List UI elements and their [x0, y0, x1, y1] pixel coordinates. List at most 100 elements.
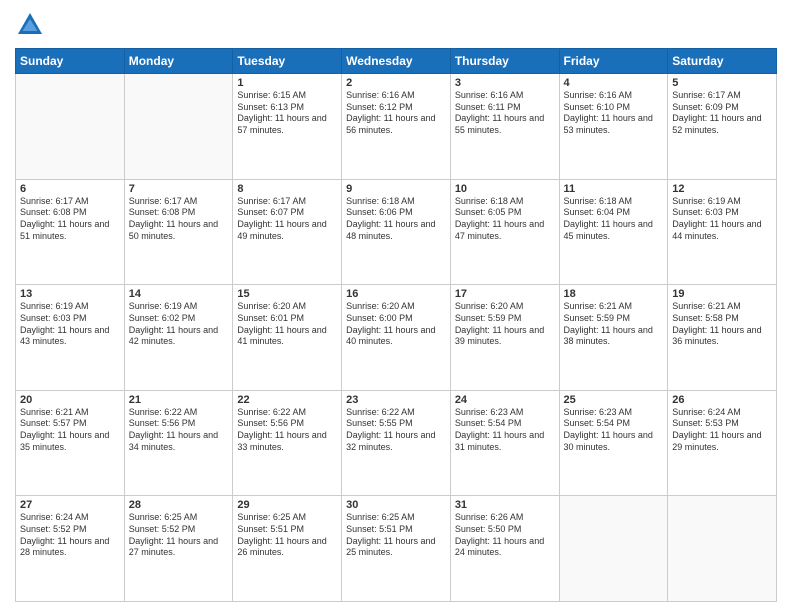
day-info: Sunrise: 6:17 AM Sunset: 6:08 PM Dayligh… — [20, 196, 120, 243]
calendar-cell: 14Sunrise: 6:19 AM Sunset: 6:02 PM Dayli… — [124, 285, 233, 391]
day-number: 9 — [346, 183, 446, 195]
day-info: Sunrise: 6:16 AM Sunset: 6:11 PM Dayligh… — [455, 90, 555, 137]
calendar-cell: 31Sunrise: 6:26 AM Sunset: 5:50 PM Dayli… — [450, 496, 559, 602]
day-info: Sunrise: 6:20 AM Sunset: 5:59 PM Dayligh… — [455, 301, 555, 348]
day-number: 1 — [237, 77, 337, 89]
weekday-header-friday: Friday — [559, 49, 668, 74]
header — [15, 10, 777, 40]
day-info: Sunrise: 6:21 AM Sunset: 5:59 PM Dayligh… — [564, 301, 664, 348]
day-number: 22 — [237, 394, 337, 406]
calendar-cell: 13Sunrise: 6:19 AM Sunset: 6:03 PM Dayli… — [16, 285, 125, 391]
day-info: Sunrise: 6:19 AM Sunset: 6:03 PM Dayligh… — [20, 301, 120, 348]
calendar-cell: 8Sunrise: 6:17 AM Sunset: 6:07 PM Daylig… — [233, 179, 342, 285]
day-number: 13 — [20, 288, 120, 300]
calendar-cell: 3Sunrise: 6:16 AM Sunset: 6:11 PM Daylig… — [450, 74, 559, 180]
calendar-cell: 21Sunrise: 6:22 AM Sunset: 5:56 PM Dayli… — [124, 390, 233, 496]
day-info: Sunrise: 6:22 AM Sunset: 5:56 PM Dayligh… — [129, 407, 229, 454]
calendar-cell: 12Sunrise: 6:19 AM Sunset: 6:03 PM Dayli… — [668, 179, 777, 285]
calendar-cell: 23Sunrise: 6:22 AM Sunset: 5:55 PM Dayli… — [342, 390, 451, 496]
day-info: Sunrise: 6:18 AM Sunset: 6:06 PM Dayligh… — [346, 196, 446, 243]
calendar-cell: 9Sunrise: 6:18 AM Sunset: 6:06 PM Daylig… — [342, 179, 451, 285]
day-info: Sunrise: 6:25 AM Sunset: 5:51 PM Dayligh… — [237, 512, 337, 559]
day-info: Sunrise: 6:24 AM Sunset: 5:52 PM Dayligh… — [20, 512, 120, 559]
calendar-cell: 28Sunrise: 6:25 AM Sunset: 5:52 PM Dayli… — [124, 496, 233, 602]
calendar-cell: 4Sunrise: 6:16 AM Sunset: 6:10 PM Daylig… — [559, 74, 668, 180]
calendar-cell — [16, 74, 125, 180]
calendar-cell: 29Sunrise: 6:25 AM Sunset: 5:51 PM Dayli… — [233, 496, 342, 602]
day-number: 14 — [129, 288, 229, 300]
day-number: 4 — [564, 77, 664, 89]
calendar-week-row: 13Sunrise: 6:19 AM Sunset: 6:03 PM Dayli… — [16, 285, 777, 391]
day-info: Sunrise: 6:20 AM Sunset: 6:00 PM Dayligh… — [346, 301, 446, 348]
calendar-cell: 30Sunrise: 6:25 AM Sunset: 5:51 PM Dayli… — [342, 496, 451, 602]
day-number: 23 — [346, 394, 446, 406]
weekday-header-tuesday: Tuesday — [233, 49, 342, 74]
calendar-cell: 15Sunrise: 6:20 AM Sunset: 6:01 PM Dayli… — [233, 285, 342, 391]
day-number: 19 — [672, 288, 772, 300]
day-info: Sunrise: 6:20 AM Sunset: 6:01 PM Dayligh… — [237, 301, 337, 348]
calendar-cell: 10Sunrise: 6:18 AM Sunset: 6:05 PM Dayli… — [450, 179, 559, 285]
day-info: Sunrise: 6:17 AM Sunset: 6:08 PM Dayligh… — [129, 196, 229, 243]
page: SundayMondayTuesdayWednesdayThursdayFrid… — [0, 0, 792, 612]
weekday-header-saturday: Saturday — [668, 49, 777, 74]
day-info: Sunrise: 6:21 AM Sunset: 5:57 PM Dayligh… — [20, 407, 120, 454]
calendar-cell: 2Sunrise: 6:16 AM Sunset: 6:12 PM Daylig… — [342, 74, 451, 180]
calendar-cell — [559, 496, 668, 602]
calendar-table: SundayMondayTuesdayWednesdayThursdayFrid… — [15, 48, 777, 602]
day-info: Sunrise: 6:23 AM Sunset: 5:54 PM Dayligh… — [564, 407, 664, 454]
day-number: 12 — [672, 183, 772, 195]
calendar-cell: 6Sunrise: 6:17 AM Sunset: 6:08 PM Daylig… — [16, 179, 125, 285]
day-number: 25 — [564, 394, 664, 406]
day-number: 28 — [129, 499, 229, 511]
calendar-header-row: SundayMondayTuesdayWednesdayThursdayFrid… — [16, 49, 777, 74]
day-number: 29 — [237, 499, 337, 511]
day-number: 30 — [346, 499, 446, 511]
day-number: 6 — [20, 183, 120, 195]
day-number: 15 — [237, 288, 337, 300]
day-info: Sunrise: 6:19 AM Sunset: 6:02 PM Dayligh… — [129, 301, 229, 348]
day-number: 20 — [20, 394, 120, 406]
day-number: 8 — [237, 183, 337, 195]
day-number: 3 — [455, 77, 555, 89]
calendar-cell: 26Sunrise: 6:24 AM Sunset: 5:53 PM Dayli… — [668, 390, 777, 496]
day-number: 21 — [129, 394, 229, 406]
day-info: Sunrise: 6:16 AM Sunset: 6:12 PM Dayligh… — [346, 90, 446, 137]
day-number: 31 — [455, 499, 555, 511]
calendar-cell: 11Sunrise: 6:18 AM Sunset: 6:04 PM Dayli… — [559, 179, 668, 285]
weekday-header-monday: Monday — [124, 49, 233, 74]
day-info: Sunrise: 6:26 AM Sunset: 5:50 PM Dayligh… — [455, 512, 555, 559]
day-info: Sunrise: 6:17 AM Sunset: 6:09 PM Dayligh… — [672, 90, 772, 137]
day-info: Sunrise: 6:23 AM Sunset: 5:54 PM Dayligh… — [455, 407, 555, 454]
weekday-header-thursday: Thursday — [450, 49, 559, 74]
day-info: Sunrise: 6:25 AM Sunset: 5:51 PM Dayligh… — [346, 512, 446, 559]
calendar-cell: 1Sunrise: 6:15 AM Sunset: 6:13 PM Daylig… — [233, 74, 342, 180]
day-number: 11 — [564, 183, 664, 195]
calendar-week-row: 20Sunrise: 6:21 AM Sunset: 5:57 PM Dayli… — [16, 390, 777, 496]
day-number: 16 — [346, 288, 446, 300]
calendar-cell: 16Sunrise: 6:20 AM Sunset: 6:00 PM Dayli… — [342, 285, 451, 391]
calendar-cell: 25Sunrise: 6:23 AM Sunset: 5:54 PM Dayli… — [559, 390, 668, 496]
day-number: 10 — [455, 183, 555, 195]
calendar-cell — [668, 496, 777, 602]
day-info: Sunrise: 6:18 AM Sunset: 6:04 PM Dayligh… — [564, 196, 664, 243]
day-number: 7 — [129, 183, 229, 195]
day-number: 17 — [455, 288, 555, 300]
calendar-cell: 17Sunrise: 6:20 AM Sunset: 5:59 PM Dayli… — [450, 285, 559, 391]
day-number: 27 — [20, 499, 120, 511]
calendar-cell: 19Sunrise: 6:21 AM Sunset: 5:58 PM Dayli… — [668, 285, 777, 391]
day-info: Sunrise: 6:24 AM Sunset: 5:53 PM Dayligh… — [672, 407, 772, 454]
weekday-header-sunday: Sunday — [16, 49, 125, 74]
day-number: 24 — [455, 394, 555, 406]
day-number: 5 — [672, 77, 772, 89]
day-number: 26 — [672, 394, 772, 406]
logo — [15, 10, 49, 40]
calendar-week-row: 6Sunrise: 6:17 AM Sunset: 6:08 PM Daylig… — [16, 179, 777, 285]
day-info: Sunrise: 6:19 AM Sunset: 6:03 PM Dayligh… — [672, 196, 772, 243]
day-number: 18 — [564, 288, 664, 300]
logo-icon — [15, 10, 45, 40]
day-info: Sunrise: 6:25 AM Sunset: 5:52 PM Dayligh… — [129, 512, 229, 559]
calendar-cell: 22Sunrise: 6:22 AM Sunset: 5:56 PM Dayli… — [233, 390, 342, 496]
calendar-cell — [124, 74, 233, 180]
calendar-cell: 24Sunrise: 6:23 AM Sunset: 5:54 PM Dayli… — [450, 390, 559, 496]
day-info: Sunrise: 6:17 AM Sunset: 6:07 PM Dayligh… — [237, 196, 337, 243]
